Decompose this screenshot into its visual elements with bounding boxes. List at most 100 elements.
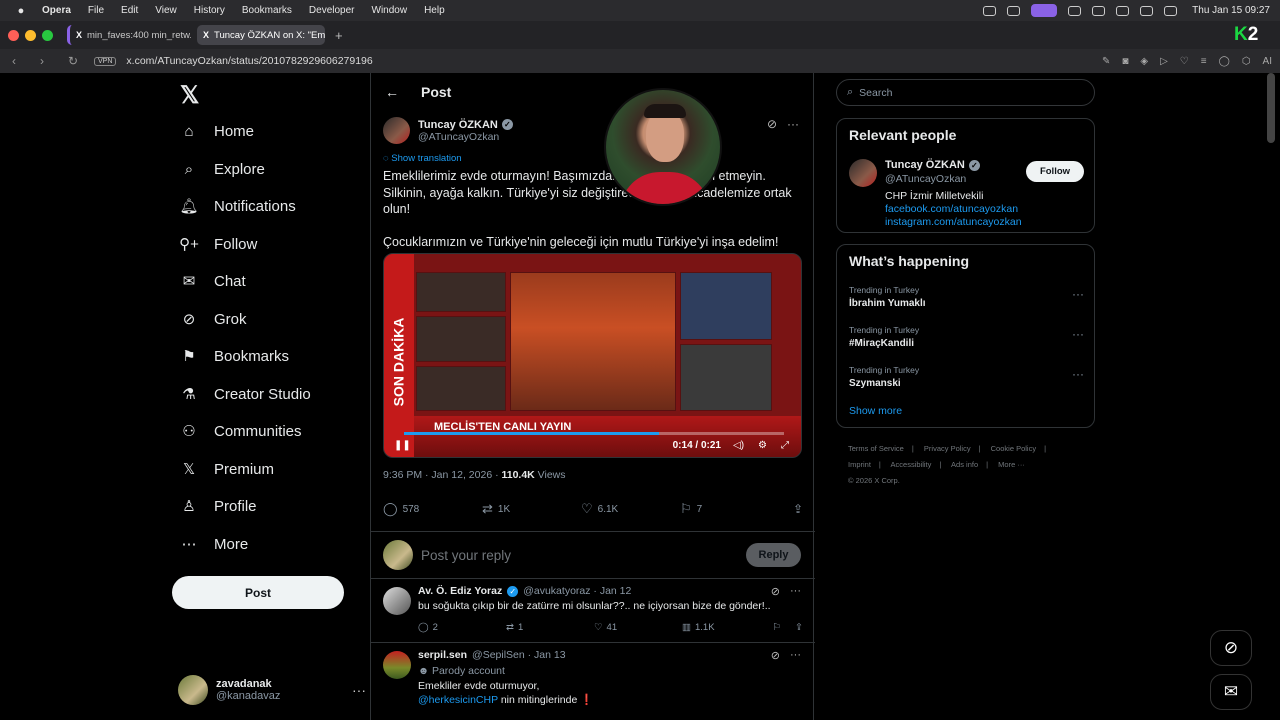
menu-file[interactable]: File [88,5,104,16]
search-input[interactable]: ⌕ Search [836,79,1095,106]
commenter-name[interactable]: Av. Ö. Ediz Yoraz [418,585,502,597]
settings-gear-icon[interactable]: ⚙ [758,440,767,451]
control-center-icon[interactable] [1164,5,1178,16]
nav-profile[interactable]: ♙ Profile [178,491,256,521]
repost-action[interactable]: ⇄ 1 [506,622,594,633]
back-arrow-icon[interactable]: ← [385,84,399,100]
menu-window[interactable]: Window [372,5,408,16]
more-icon[interactable]: ··· [1072,327,1084,341]
nav-notifications[interactable]: 🔔︎ Notifications [178,191,295,221]
volume-icon[interactable]: ◁) [733,440,744,451]
more-icon[interactable]: ··· [352,682,366,698]
post-timestamp[interactable]: 9:36 PM · Jan 12, 2026 · [383,469,501,481]
mention-link[interactable]: @herkesicinCHP [418,694,498,706]
footer-link[interactable]: Accessibility [891,460,932,469]
nav-home[interactable]: ⌂ Home [178,116,254,146]
trend-item[interactable]: Trending in Turkey Szymanski ··· [849,365,1084,389]
menu-view[interactable]: View [155,5,177,16]
reply-button[interactable]: Reply [746,543,801,567]
url-field[interactable]: x.com/ATuncayOzkan/status/20107829296062… [126,55,372,67]
heart-icon[interactable]: ♡ [1180,56,1189,67]
battery-icon[interactable] [1092,5,1106,16]
messages-fab[interactable]: ✉ [1210,674,1252,710]
nav-follow[interactable]: ⚲+ Follow [178,229,257,259]
more-icon[interactable]: ··· [787,117,799,131]
apple-icon[interactable]: ● [12,5,30,17]
commenter-handle[interactable]: @avukatyoraz · Jan 12 [523,585,631,597]
x-logo-icon[interactable]: 𝕏 [180,81,199,110]
pause-icon[interactable]: ❚❚ [394,440,411,451]
like-action[interactable]: ♡ 41 [594,622,682,633]
menu-history[interactable]: History [194,5,225,16]
trend-item[interactable]: Trending in Turkey #MiraçKandili ··· [849,325,1084,349]
status-icon[interactable] [1007,5,1021,16]
forward-icon[interactable]: › [40,54,56,68]
person-avatar[interactable] [849,159,877,187]
minimize-window-icon[interactable] [25,29,36,41]
maximize-window-icon[interactable] [42,29,53,41]
close-window-icon[interactable] [8,29,19,41]
follow-button[interactable]: Follow [1026,161,1084,182]
vpn-badge[interactable]: VPN [94,56,117,66]
author-avatar[interactable] [383,117,410,144]
camera-icon[interactable]: ◙ [1122,56,1128,67]
status-icon[interactable] [983,5,997,16]
reload-icon[interactable]: ↻ [68,54,84,68]
more-icon[interactable]: ··· [790,585,801,598]
commenter-avatar[interactable] [383,587,411,615]
ai-button[interactable]: AI [1263,56,1272,67]
author-name[interactable]: Tuncay ÖZKAN ✓ [418,119,513,131]
grok-fab[interactable]: ⊘ [1210,630,1252,666]
menu-edit[interactable]: Edit [121,5,138,16]
more-icon[interactable]: ··· [790,649,801,662]
scrollbar[interactable] [1267,73,1275,143]
bookmark-icon[interactable]: ⚐ [773,622,782,633]
commenter-handle[interactable]: @SepilSen · Jan 13 [472,649,566,661]
footer-link[interactable]: Privacy Policy [924,444,971,453]
account-switcher[interactable]: zavadanak @kanadavaz ··· [178,673,366,707]
footer-link[interactable]: Ads info [951,460,978,469]
nav-premium[interactable]: 𝕏 Premium [178,454,274,484]
post-button[interactable]: Post [172,576,344,609]
nav-explore[interactable]: ⌕ Explore [178,154,265,184]
grok-icon[interactable]: ⊘ [771,649,780,662]
share-icon[interactable]: ⇪ [793,502,803,516]
nav-grok[interactable]: ⊘ Grok [178,304,247,334]
comment-item[interactable]: Av. Ö. Ediz Yoraz ✓ @avukatyoraz · Jan 1… [371,579,815,643]
play-icon[interactable] [1116,5,1130,16]
footer-link[interactable]: Cookie Policy [991,444,1036,453]
person-name[interactable]: Tuncay ÖZKAN ✓ [885,159,980,171]
menu-bookmarks[interactable]: Bookmarks [242,5,292,16]
commenter-avatar[interactable] [383,651,411,679]
tab-post[interactable]: X Tuncay ÖZKAN on X: "Em... [197,25,325,45]
status-icon[interactable] [1068,5,1082,16]
nav-communities[interactable]: ⚇ Communities [178,416,301,446]
footer-link[interactable]: Terms of Service [848,444,904,453]
commenter-name[interactable]: serpil.sen [418,649,467,661]
nav-more[interactable]: ⋯ More [178,529,249,559]
grok-icon[interactable]: ⊘ [767,117,777,131]
person-handle[interactable]: @ATuncayOzkan [885,173,966,185]
bookmark-action[interactable]: ⚐ 7 [680,501,779,517]
reply-input[interactable]: Post your reply [421,548,511,563]
new-tab-icon[interactable]: + [335,28,343,43]
menu-help[interactable]: Help [424,5,445,16]
show-more-link[interactable]: Show more [849,405,902,417]
video-player[interactable]: SON DAKİKA MECLİS'TEN CANLI YAYIN ❚❚ 0:1… [383,253,802,458]
trend-item[interactable]: Trending in Turkey İbrahim Yumaklı ··· [849,285,1084,309]
status-pill-icon[interactable] [1031,4,1058,17]
send-icon[interactable]: ▷ [1160,56,1168,67]
edit-icon[interactable]: ✎ [1102,56,1110,67]
shield-icon[interactable]: ◈ [1140,56,1148,67]
reply-action[interactable]: ◯ 578 [383,501,482,517]
bio-link[interactable]: instagram.com/atuncayozkan [885,216,1022,229]
menu-icon[interactable]: ≡ [1201,56,1207,67]
more-icon[interactable]: ··· [1072,287,1084,301]
fullscreen-icon[interactable]: ⤢ [781,440,789,451]
reply-action[interactable]: ◯ 2 [418,622,506,633]
nav-creator-studio[interactable]: ⚗ Creator Studio [178,379,310,409]
more-icon[interactable]: ··· [1072,367,1084,381]
tab-search[interactable]: X min_faves:400 min_retw... [67,25,191,45]
views-action[interactable]: ▥ 1.1K [682,622,770,633]
profile-icon[interactable]: ◯ [1219,56,1230,67]
